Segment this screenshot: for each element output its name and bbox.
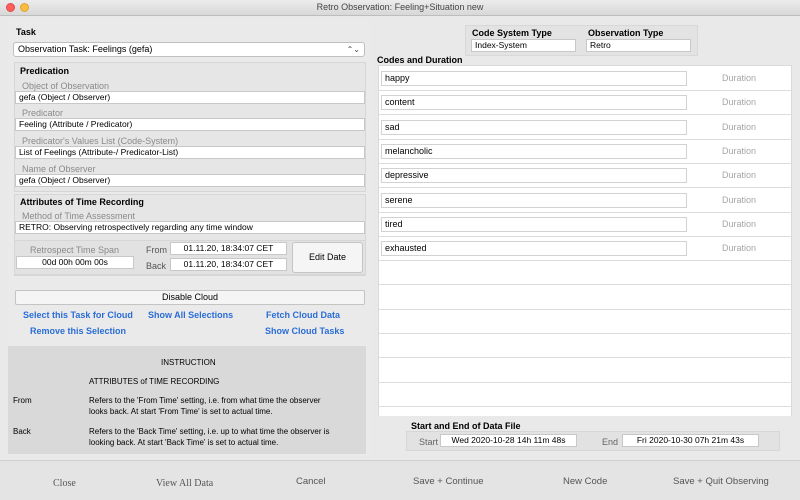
row-divider <box>378 333 792 334</box>
instruction-back-text-1: Refers to the 'Back Time' setting, i.e. … <box>89 427 330 436</box>
row-divider <box>378 284 792 285</box>
row-divider <box>378 236 792 237</box>
start-label: Start <box>419 437 439 447</box>
task-select-value: Observation Task: Feelings (gefa) <box>18 44 153 54</box>
codes-and-duration-label: Codes and Duration <box>377 55 463 65</box>
task-label: Task <box>16 27 36 37</box>
instruction-title: INSTRUCTION <box>161 358 216 367</box>
code-item[interactable]: serene <box>381 193 687 208</box>
show-all-selections-link[interactable]: Show All Selections <box>148 310 233 320</box>
observation-type-field: Retro <box>586 39 691 52</box>
row-divider <box>378 187 792 188</box>
save-continue-button[interactable]: Save + Continue <box>413 476 484 487</box>
duration-field[interactable]: Duration <box>722 146 756 156</box>
duration-field[interactable]: Duration <box>722 243 756 253</box>
fetch-cloud-data-link[interactable]: Fetch Cloud Data <box>266 310 340 320</box>
duration-field[interactable]: Duration <box>722 122 756 132</box>
predicator-label: Predicator <box>22 108 64 118</box>
new-code-button[interactable]: New Code <box>563 476 607 487</box>
edit-date-button[interactable]: Edit Date <box>292 242 363 273</box>
row-divider <box>378 163 792 164</box>
duration-field[interactable]: Duration <box>722 219 756 229</box>
duration-field[interactable]: Duration <box>722 73 756 83</box>
row-divider <box>378 139 792 140</box>
instruction-subtitle: ATTRIBUTES of TIME RECORDING <box>89 377 220 386</box>
select-task-for-cloud-link[interactable]: Select this Task for Cloud <box>23 310 133 320</box>
task-select[interactable]: Observation Task: Feelings (gefa) ⌃⌄ <box>13 42 365 57</box>
row-divider <box>378 90 792 91</box>
save-quit-button[interactable]: Save + Quit Observing <box>673 476 769 487</box>
retrospect-span-label: Retrospect Time Span <box>30 245 120 255</box>
duration-field[interactable]: Duration <box>722 170 756 180</box>
window-title: Retro Observation: Feeling+Situation new <box>316 2 484 12</box>
disable-cloud-button[interactable]: Disable Cloud <box>15 290 365 305</box>
back-time-field[interactable]: 01.11.20, 18:34:07 CET <box>170 258 287 271</box>
row-divider <box>378 309 792 310</box>
method-of-time-field[interactable]: RETRO: Observing retrospectively regardi… <box>15 221 365 234</box>
row-divider <box>378 406 792 407</box>
retrospect-span-field: 00d 00h 00m 00s <box>16 256 134 269</box>
instruction-from-text-2: looks back. At start 'From Time' is set … <box>89 407 273 416</box>
show-cloud-tasks-link[interactable]: Show Cloud Tasks <box>265 326 344 336</box>
row-divider <box>378 114 792 115</box>
values-list-label: Predicator's Values List (Code-System) <box>22 136 179 146</box>
predicator-field[interactable]: Feeling (Attribute / Predicator) <box>15 118 365 131</box>
instruction-back-key: Back <box>13 427 31 436</box>
minimize-window-icon[interactable] <box>20 3 29 12</box>
code-item[interactable]: tired <box>381 217 687 232</box>
instruction-from-key: From <box>13 396 32 405</box>
method-of-time-label: Method of Time Assessment <box>22 211 136 221</box>
time-recording-label: Attributes of Time Recording <box>20 197 144 207</box>
code-system-type-field: Index-System <box>471 39 576 52</box>
from-time-field[interactable]: 01.11.20, 18:34:07 CET <box>170 242 287 255</box>
view-all-data-button[interactable]: View All Data <box>156 478 213 489</box>
row-divider <box>378 382 792 383</box>
row-divider <box>378 212 792 213</box>
code-item[interactable]: content <box>381 95 687 110</box>
object-of-observation-field[interactable]: gefa (Object / Observer) <box>15 91 365 104</box>
close-window-icon[interactable] <box>6 3 15 12</box>
end-field: Fri 2020-10-30 07h 21m 43s <box>622 434 759 447</box>
instruction-back-text-2: looking back. At start 'Back Time' is se… <box>89 438 279 447</box>
duration-field[interactable]: Duration <box>722 195 756 205</box>
remove-selection-link[interactable]: Remove this Selection <box>30 326 126 336</box>
code-item[interactable]: happy <box>381 71 687 86</box>
code-system-type-label: Code System Type <box>472 28 552 38</box>
name-of-observer-field[interactable]: gefa (Object / Observer) <box>15 174 365 187</box>
code-item[interactable]: depressive <box>381 168 687 183</box>
end-label: End <box>602 437 619 447</box>
values-list-field[interactable]: List of Feelings (Attribute-/ Predicator… <box>15 146 365 159</box>
object-of-observation-label: Object of Observation <box>22 81 110 91</box>
data-file-label: Start and End of Data File <box>411 421 521 431</box>
code-item[interactable]: melancholic <box>381 144 687 159</box>
close-button[interactable]: Close <box>53 478 76 489</box>
observation-type-label: Observation Type <box>588 28 664 38</box>
row-divider <box>378 357 792 358</box>
instruction-from-text-1: Refers to the 'From Time' setting, i.e. … <box>89 396 321 405</box>
cancel-button[interactable]: Cancel <box>296 476 326 487</box>
back-label: Back <box>146 261 167 271</box>
window-titlebar: Retro Observation: Feeling+Situation new <box>0 0 800 16</box>
from-label: From <box>146 245 167 255</box>
start-field: Wed 2020-10-28 14h 11m 48s <box>440 434 577 447</box>
name-of-observer-label: Name of Observer <box>22 164 96 174</box>
duration-field[interactable]: Duration <box>722 97 756 107</box>
row-divider <box>378 260 792 261</box>
select-arrows-icon: ⌃⌄ <box>346 45 360 54</box>
predication-label: Predication <box>20 66 70 76</box>
code-item[interactable]: sad <box>381 120 687 135</box>
code-item[interactable]: exhausted <box>381 241 687 256</box>
